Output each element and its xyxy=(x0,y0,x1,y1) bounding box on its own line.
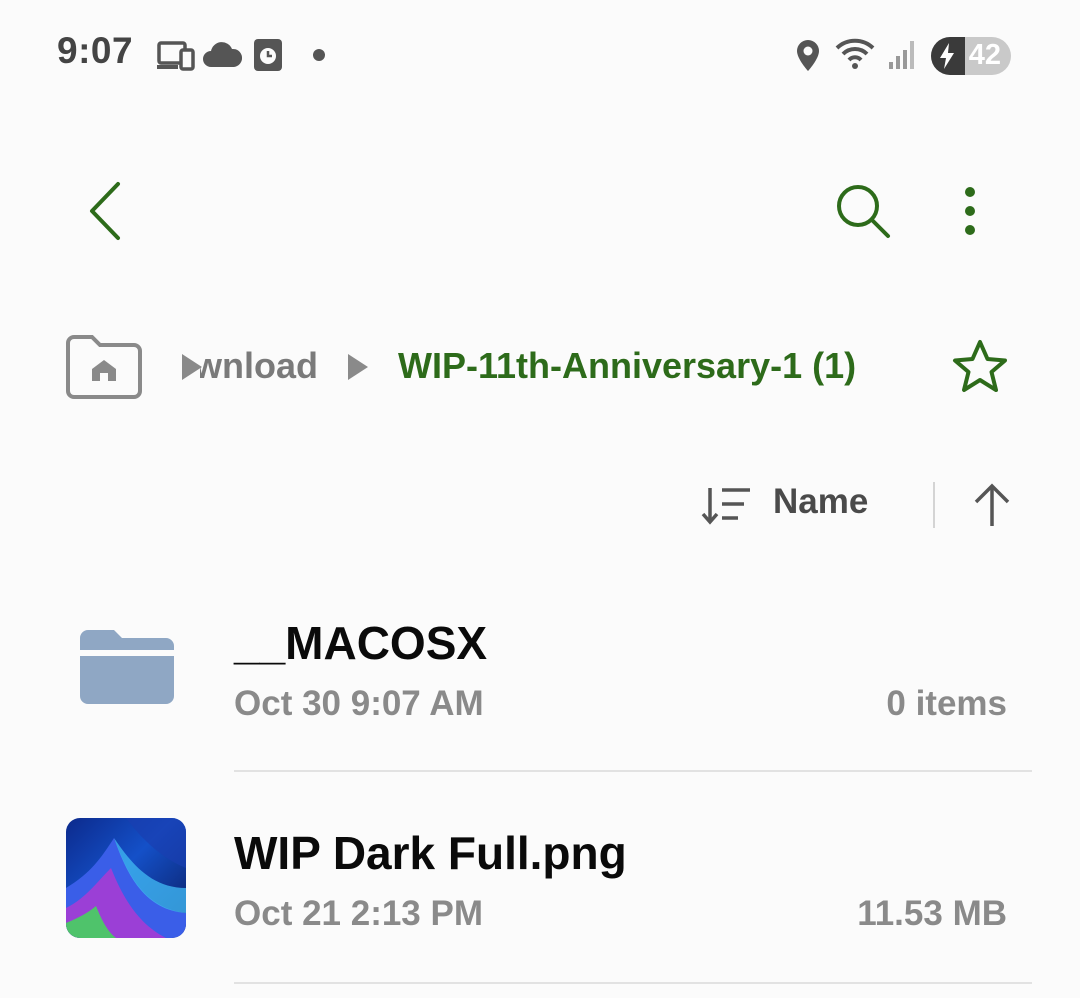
file-date: Oct 30 9:07 AM xyxy=(234,684,484,723)
file-info: 11.53 MB xyxy=(857,894,1007,933)
image-thumbnail xyxy=(66,818,186,938)
breadcrumb-current[interactable]: WIP-11th-Anniversary-1 (1) xyxy=(398,345,856,387)
signal-icon xyxy=(889,41,914,69)
file-date: Oct 21 2:13 PM xyxy=(234,894,483,933)
cloud-icon xyxy=(203,42,242,67)
star-icon[interactable] xyxy=(950,338,1010,396)
list-item[interactable]: __MACOSX Oct 30 9:07 AM 0 items xyxy=(0,590,1080,770)
file-name: __MACOSX xyxy=(234,617,488,669)
battery-level: 42 xyxy=(968,39,1001,71)
breadcrumb-separator-icon xyxy=(348,354,368,380)
back-arrow-icon[interactable] xyxy=(86,180,126,242)
folder-icon xyxy=(80,630,174,704)
sort-divider xyxy=(933,482,935,528)
status-time: 9:07 xyxy=(57,30,134,71)
file-info: 0 items xyxy=(886,684,1007,723)
sort-direction-arrow-icon[interactable] xyxy=(972,482,1012,528)
more-options-icon[interactable] xyxy=(958,184,982,238)
screen-mirror-icon xyxy=(157,41,195,71)
battery-charging-icon xyxy=(940,43,954,69)
home-folder-icon[interactable] xyxy=(64,333,144,399)
battery-indicator: 42 xyxy=(931,37,1011,75)
notification-dot-icon xyxy=(313,49,325,61)
file-name: WIP Dark Full.png xyxy=(234,827,627,879)
breadcrumb-previous[interactable]: Download xyxy=(200,345,318,387)
list-divider xyxy=(234,982,1032,984)
search-icon[interactable] xyxy=(834,182,892,240)
sort-label[interactable]: Name xyxy=(773,482,868,522)
sort-icon[interactable] xyxy=(700,484,752,526)
list-divider xyxy=(234,770,1032,772)
location-icon xyxy=(797,40,819,71)
clock-app-icon xyxy=(254,39,282,71)
wifi-icon xyxy=(835,38,875,69)
